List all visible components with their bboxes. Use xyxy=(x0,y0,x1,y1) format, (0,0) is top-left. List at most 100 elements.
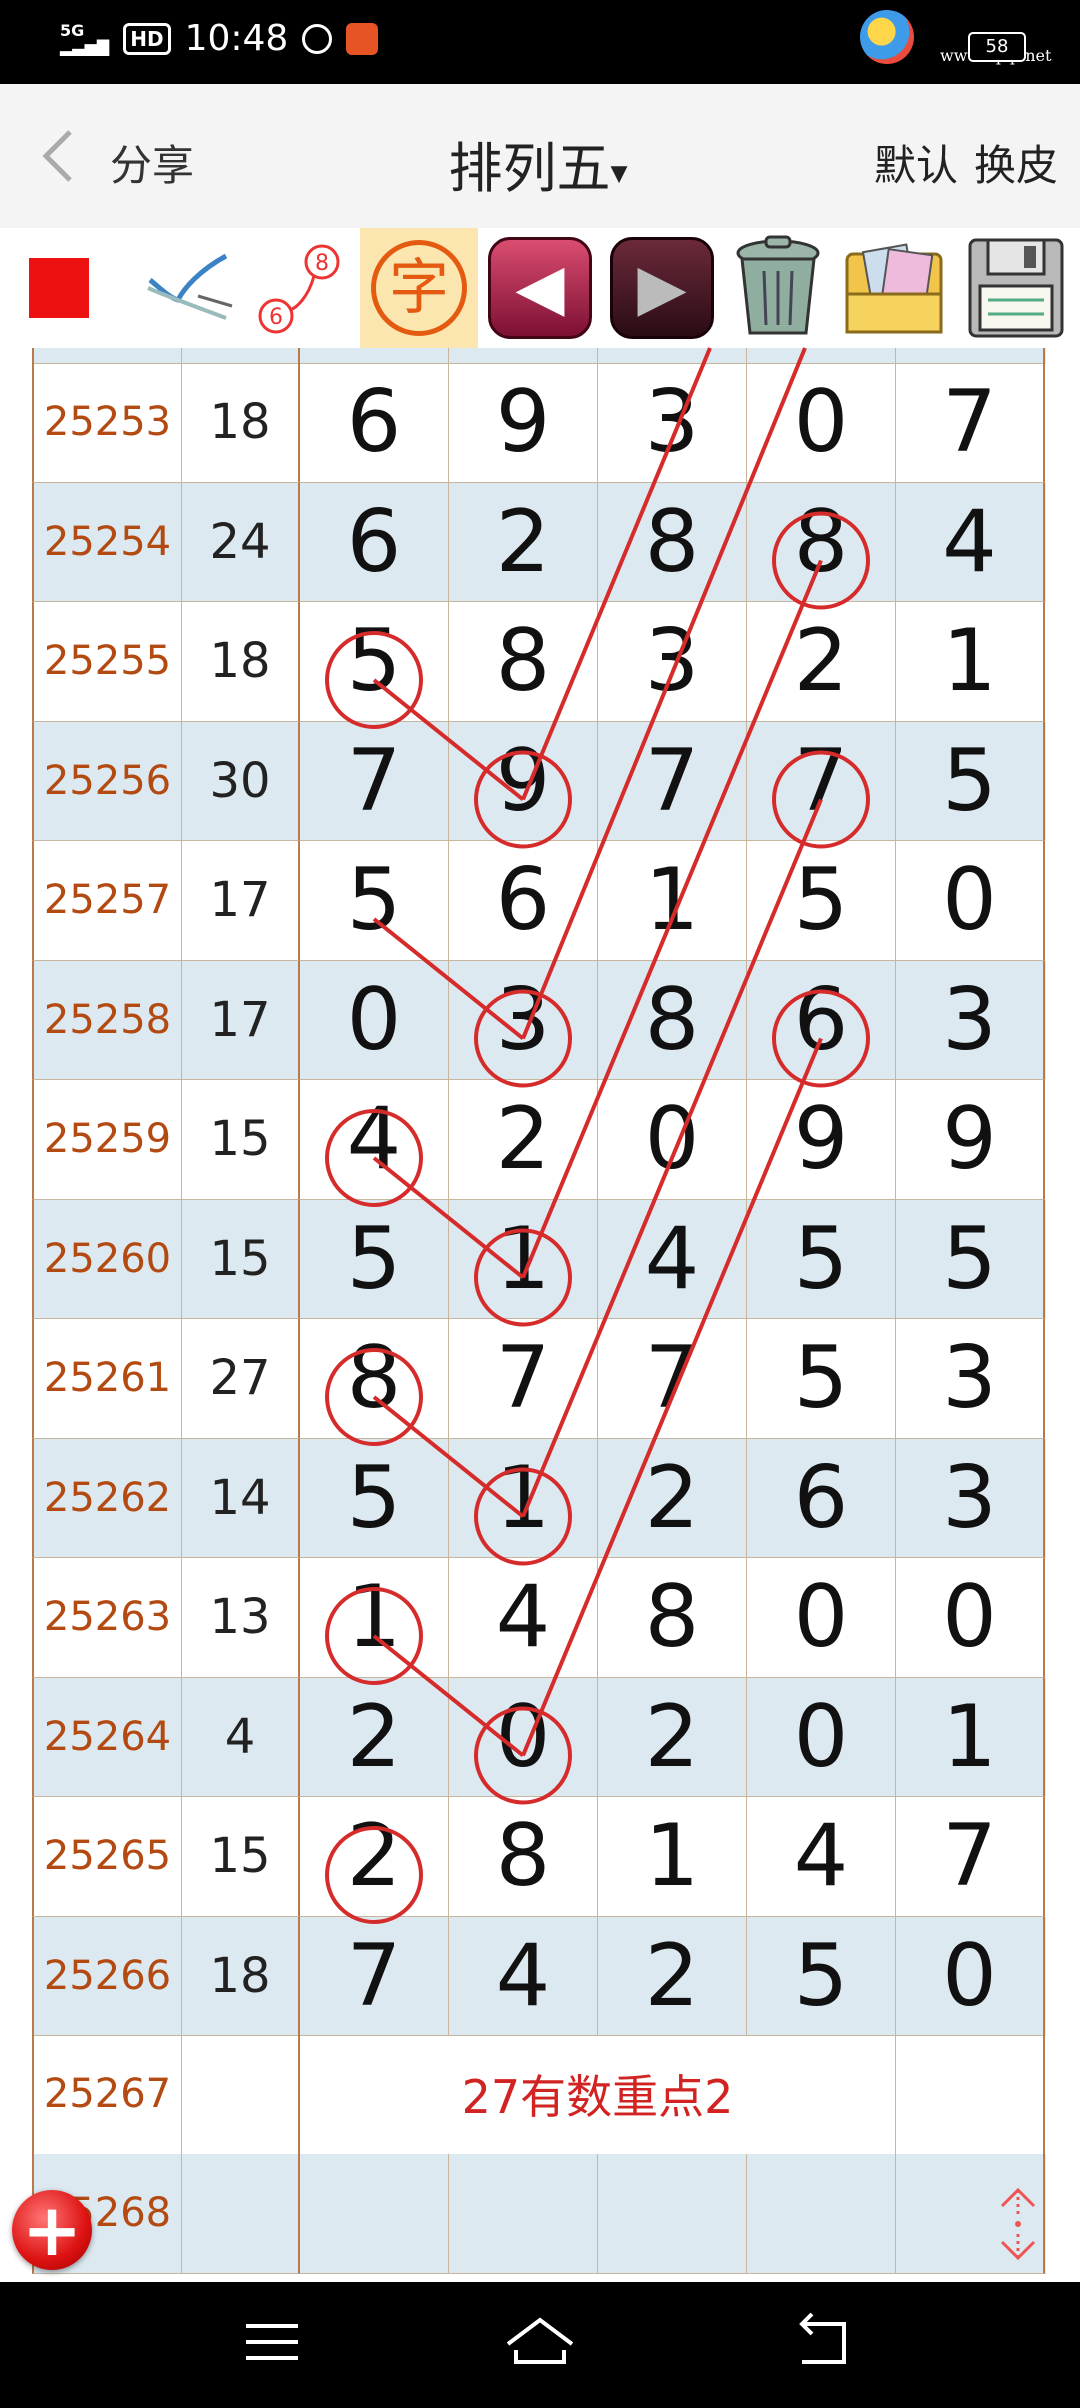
digit-cell-5[interactable]: 7 xyxy=(896,1797,1045,1917)
red-color-button[interactable] xyxy=(24,228,94,348)
digit-cell-2[interactable]: 6 xyxy=(449,841,598,961)
digit-cell-2[interactable]: 9 xyxy=(449,721,598,841)
digit-cell-3[interactable]: 1 xyxy=(598,841,747,961)
digit-cell-3[interactable]: 0 xyxy=(598,1080,747,1200)
scroll-up-down-icon[interactable] xyxy=(996,2184,1040,2264)
digit-cell-1[interactable]: 7 xyxy=(300,721,449,841)
digit-cell-5[interactable]: 3 xyxy=(896,1319,1045,1439)
digit-cell-1[interactable]: 5 xyxy=(300,1438,449,1558)
digit-cell-3[interactable]: 3 xyxy=(598,602,747,722)
digit-cell-2[interactable]: 0 xyxy=(449,1677,598,1797)
digit-cell-1[interactable]: 5 xyxy=(300,602,449,722)
clear-button[interactable] xyxy=(722,228,834,348)
digit-cell-4[interactable]: 5 xyxy=(747,1319,896,1439)
digit-cell-3[interactable]: 1 xyxy=(598,1797,747,1917)
digit-cell-3[interactable]: 7 xyxy=(598,1319,747,1439)
digit-cell-4[interactable]: 5 xyxy=(747,841,896,961)
digit-sum: 18 xyxy=(182,363,300,483)
digit-cell-4[interactable]: 5 xyxy=(747,1199,896,1319)
digit-cell-3[interactable]: 4 xyxy=(598,1199,747,1319)
table-row: 25255 18 5 8 3 2 1 xyxy=(32,602,1046,724)
digit-cell-2[interactable]: 8 xyxy=(449,602,598,722)
digit-cell-1[interactable]: 6 xyxy=(300,363,449,483)
digit-cell-5[interactable]: 3 xyxy=(896,1438,1045,1558)
digit-cell-3[interactable]: 2 xyxy=(598,1677,747,1797)
digit-cell-1[interactable]: 7 xyxy=(300,1916,449,2036)
digit-cell-1[interactable]: 6 xyxy=(300,482,449,602)
digit-cell-5[interactable]: 5 xyxy=(896,721,1045,841)
digit-cell-4[interactable]: 7 xyxy=(747,721,896,841)
digit-cell-3[interactable]: 3 xyxy=(598,363,747,483)
arrow-left-icon: ◀ xyxy=(488,237,592,339)
digit-cell-4[interactable]: 2 xyxy=(747,602,896,722)
digit-cell-2[interactable]: 2 xyxy=(449,482,598,602)
digit-cell-3[interactable]: 2 xyxy=(598,1438,747,1558)
digit-cell-4[interactable]: 0 xyxy=(747,1677,896,1797)
text-tool-button[interactable]: 字 xyxy=(360,228,478,348)
digit-cell-1[interactable]: 4 xyxy=(300,1080,449,1200)
digit-cell-4[interactable]: 8 xyxy=(747,482,896,602)
digit-cell-2[interactable]: 8 xyxy=(449,1797,598,1917)
floppy-disk-icon xyxy=(968,238,1064,338)
digit-cell-3[interactable]: 8 xyxy=(598,960,747,1080)
save-button[interactable] xyxy=(960,228,1072,348)
digit-cell-4[interactable]: 6 xyxy=(747,1438,896,1558)
digit-cell-4[interactable]: 0 xyxy=(747,363,896,483)
digit-cell-5[interactable]: 1 xyxy=(896,1677,1045,1797)
pen-button[interactable] xyxy=(138,228,238,348)
digit-cell-2[interactable]: 1 xyxy=(449,1199,598,1319)
digit-cell-5[interactable]: 0 xyxy=(896,1916,1045,2036)
issue-number: 25256 xyxy=(32,721,182,841)
hd-badge: HD xyxy=(123,22,171,55)
digit-cell-1[interactable]: 0 xyxy=(300,960,449,1080)
signal-icon: 5G ▂▃▅▇ xyxy=(60,20,110,56)
digit-cell-1[interactable]: 8 xyxy=(300,1319,449,1439)
digit-cell-1[interactable]: 5 xyxy=(300,841,449,961)
digit-cell-1[interactable]: 2 xyxy=(300,1677,449,1797)
digit-cell-2[interactable]: 4 xyxy=(449,1916,598,2036)
menu-icon[interactable] xyxy=(232,2310,312,2374)
line-link-button[interactable]: 8 6 xyxy=(252,228,342,348)
digit-cell-5[interactable]: 4 xyxy=(896,482,1045,602)
digit-cell-5[interactable]: 5 xyxy=(896,1199,1045,1319)
digit-sum: 24 xyxy=(182,482,300,602)
undo-button[interactable]: ◀ xyxy=(484,228,596,348)
table-row: 25257 17 5 6 1 5 0 xyxy=(32,841,1046,961)
home-icon[interactable] xyxy=(500,2310,580,2374)
digit-cell-2[interactable]: 1 xyxy=(449,1438,598,1558)
digit-cell-4[interactable]: 9 xyxy=(747,1080,896,1200)
default-button[interactable]: 默认 xyxy=(874,132,958,193)
digit-cell-5[interactable]: 1 xyxy=(896,602,1045,722)
issue-number: 25260 xyxy=(32,1199,182,1319)
digit-cell-1[interactable]: 5 xyxy=(300,1199,449,1319)
digit-cell-2[interactable]: 3 xyxy=(449,960,598,1080)
digit-cell-3[interactable]: 8 xyxy=(598,482,747,602)
digit-cell-3[interactable]: 7 xyxy=(598,721,747,841)
digit-cell-4[interactable]: 0 xyxy=(747,1558,896,1678)
digit-cell-5[interactable]: 0 xyxy=(896,1558,1045,1678)
change-skin-button[interactable]: 换皮 xyxy=(974,132,1058,193)
digit-cell-2[interactable]: 7 xyxy=(449,1319,598,1439)
digit-cell-5[interactable]: 9 xyxy=(896,1080,1045,1200)
table-row-next: 25268 xyxy=(32,2154,1046,2274)
digit-cell-1[interactable]: 1 xyxy=(300,1558,449,1678)
back-icon[interactable] xyxy=(784,2310,864,2374)
digit-cell-4[interactable]: 6 xyxy=(747,960,896,1080)
digit-cell-2[interactable]: 9 xyxy=(449,363,598,483)
digit-cell-4[interactable]: 5 xyxy=(747,1916,896,2036)
digit-cell-4[interactable]: 4 xyxy=(747,1797,896,1917)
add-button[interactable]: + xyxy=(12,2190,92,2270)
redo-button[interactable]: ▶ xyxy=(606,228,718,348)
digit-sum: 4 xyxy=(182,1677,300,1797)
digit-cell-1[interactable]: 2 xyxy=(300,1797,449,1917)
digit-cell-2[interactable]: 4 xyxy=(449,1558,598,1678)
digit-cell-3[interactable]: 8 xyxy=(598,1558,747,1678)
issue-number: 25261 xyxy=(32,1319,182,1439)
digit-cell-5[interactable]: 3 xyxy=(896,960,1045,1080)
digit-cell-3[interactable]: 2 xyxy=(598,1916,747,2036)
digit-sum: 30 xyxy=(182,721,300,841)
digit-cell-2[interactable]: 2 xyxy=(449,1080,598,1200)
digit-cell-5[interactable]: 0 xyxy=(896,841,1045,961)
digit-cell-5[interactable]: 7 xyxy=(896,363,1045,483)
open-image-button[interactable] xyxy=(838,228,950,348)
